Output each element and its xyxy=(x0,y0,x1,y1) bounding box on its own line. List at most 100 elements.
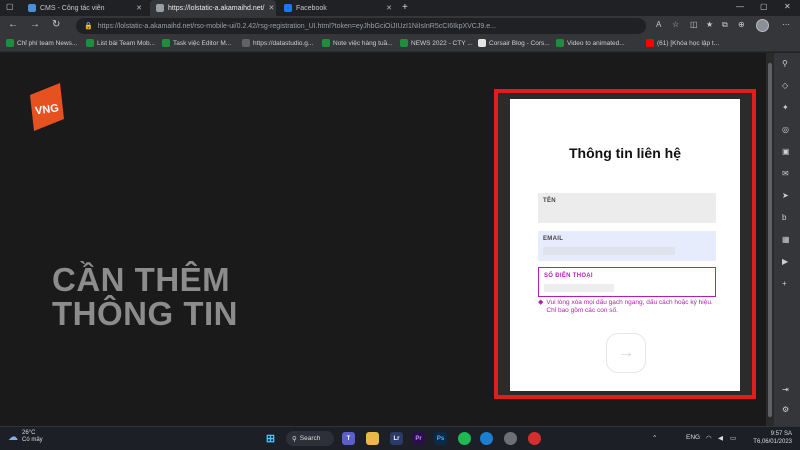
corsair-icon xyxy=(478,39,486,47)
phone-value-redacted xyxy=(544,284,614,292)
bookmark-item[interactable]: (61) [Khóa học lập t... xyxy=(646,39,719,47)
tag-icon[interactable]: ◇ xyxy=(782,81,788,90)
page-scrollbar[interactable] xyxy=(766,53,774,426)
language-indicator[interactable]: ENG xyxy=(686,434,700,441)
sheet-icon xyxy=(162,39,170,47)
profile-avatar[interactable] xyxy=(756,19,769,32)
bookmark-label: List bài Team Mob... xyxy=(97,39,156,47)
office-icon[interactable]: ▣ xyxy=(782,147,790,156)
bookmark-item[interactable]: Chỉ phí team News... xyxy=(6,39,77,47)
page-favicon-icon xyxy=(156,4,164,12)
cloud-icon: ☁ xyxy=(8,431,18,443)
hide-sidebar-icon[interactable]: ⇥ xyxy=(782,385,789,394)
bing-icon[interactable]: b xyxy=(782,213,786,222)
tab-cms[interactable]: CMS - Công tác viên ✕ xyxy=(22,0,148,16)
maximize-icon[interactable]: ▢ xyxy=(760,2,768,11)
cms-favicon-icon xyxy=(28,4,36,12)
new-tab-button[interactable]: + xyxy=(402,2,408,13)
battery-icon[interactable]: ▭ xyxy=(730,434,736,442)
form-title: Thông tin liên hệ xyxy=(569,145,681,161)
file-explorer-icon[interactable] xyxy=(366,432,379,445)
temperature: 26°C xyxy=(22,430,36,436)
close-icon[interactable]: ✕ xyxy=(386,4,392,12)
phone-label: SỐ ĐIỆN THOẠI xyxy=(544,273,593,279)
search-icon[interactable]: ⚲ xyxy=(782,59,788,68)
split-screen-icon[interactable]: ◫ xyxy=(690,20,698,29)
browser-toolbar: ← → ↻ 🔒 https://lolstatic-a.akamaihd.net… xyxy=(0,16,800,36)
drop-icon[interactable]: ➤ xyxy=(782,191,789,200)
youtube-icon xyxy=(646,39,654,47)
wifi-icon[interactable]: ◠ xyxy=(706,434,712,442)
bookmark-item[interactable]: List bài Team Mob... xyxy=(86,39,155,47)
extensions-icon[interactable]: ⊕ xyxy=(738,20,745,29)
scrollbar-thumb[interactable] xyxy=(768,63,772,417)
favorites-icon[interactable]: ★ xyxy=(706,20,713,29)
submit-button[interactable]: → xyxy=(606,333,646,373)
close-icon[interactable]: ✕ xyxy=(136,4,142,12)
read-aloud-icon[interactable]: A xyxy=(656,20,661,29)
bookmark-item[interactable]: NEWS 2022 - CTY ... xyxy=(400,39,473,47)
tab-actions-icon[interactable]: ▢ xyxy=(6,2,14,11)
bookmark-label: Task việc Editor M... xyxy=(173,39,232,47)
bookmark-label: https://datastudio.g... xyxy=(253,39,314,47)
error-text: Vui lòng xóa mọi dấu gạch ngang, dấu các… xyxy=(546,299,713,314)
spotify-icon[interactable] xyxy=(458,432,471,445)
settings-gear-icon[interactable]: ⚙ xyxy=(782,405,789,414)
taskbar-search[interactable]: ⚲ Search xyxy=(286,431,334,446)
reload-icon[interactable]: ↻ xyxy=(52,19,60,30)
bookmark-item[interactable]: Corsair Blog - Cors... xyxy=(478,39,550,47)
video-icon xyxy=(556,39,564,47)
tab-facebook[interactable]: Facebook ✕ xyxy=(278,0,398,16)
weather-widget[interactable]: ☁ 26°C Có mây xyxy=(8,430,43,444)
favorite-star-icon[interactable]: ☆ xyxy=(672,20,679,29)
outlook-icon[interactable]: ✉ xyxy=(782,169,789,178)
tab-lolstatic[interactable]: https://lolstatic-a.akamaihd.net/ ✕ xyxy=(150,0,276,16)
url-text: https://lolstatic-a.akamaihd.net/rso-mob… xyxy=(97,22,496,30)
headline: CẦN THÊM THÔNG TIN xyxy=(52,263,238,331)
settings-app-icon[interactable] xyxy=(504,432,517,445)
bookmarks-bar: Chỉ phí team News... List bài Team Mob..… xyxy=(0,36,800,52)
more-menu-icon[interactable]: ⋯ xyxy=(782,20,790,29)
name-field[interactable]: TÊN xyxy=(538,193,716,223)
chevron-up-icon[interactable]: ⌃ xyxy=(652,434,657,442)
search-label: Search xyxy=(299,435,321,442)
bookmark-label: Corsair Blog - Cors... xyxy=(489,39,550,47)
volume-icon[interactable]: ◀ xyxy=(718,434,723,442)
email-field[interactable]: EMAIL xyxy=(538,231,716,261)
windows-start-icon[interactable]: ⊞ xyxy=(264,432,277,445)
bookmark-item[interactable]: https://datastudio.g... xyxy=(242,39,313,47)
highlight-frame: Thông tin liên hệ TÊN EMAIL SỐ ĐIỆN THOẠ… xyxy=(494,89,756,399)
lightroom-icon[interactable]: Lr xyxy=(390,432,403,445)
premiere-icon[interactable]: Pr xyxy=(412,432,425,445)
bookmark-item[interactable]: Task việc Editor M... xyxy=(162,39,231,47)
bookmark-item[interactable]: Note việc hàng tuầ... xyxy=(322,39,393,47)
system-clock[interactable]: 9:57 SA T6,06/01/2023 xyxy=(750,430,792,446)
forward-icon[interactable]: → xyxy=(30,19,40,30)
record-app-icon[interactable] xyxy=(528,432,541,445)
calculator-icon[interactable]: ▦ xyxy=(782,235,790,244)
photoshop-icon[interactable]: Ps xyxy=(434,432,447,445)
teams-icon[interactable]: T xyxy=(342,432,355,445)
minimize-icon[interactable]: — xyxy=(736,2,744,11)
close-window-icon[interactable]: ✕ xyxy=(784,2,791,11)
sheet-icon xyxy=(6,39,14,47)
contact-form: Thông tin liên hệ TÊN EMAIL SỐ ĐIỆN THOẠ… xyxy=(510,99,740,391)
tab-label: CMS - Công tác viên xyxy=(40,4,105,12)
edge-icon[interactable] xyxy=(480,432,493,445)
bookmark-label: Video to animated... xyxy=(567,39,625,47)
add-icon[interactable]: + xyxy=(782,279,787,288)
phone-field[interactable]: SỐ ĐIỆN THOẠI xyxy=(538,267,716,297)
facebook-favicon-icon xyxy=(284,4,292,12)
close-icon[interactable]: ✕ xyxy=(269,4,275,12)
address-bar[interactable]: 🔒 https://lolstatic-a.akamaihd.net/rso-m… xyxy=(76,18,646,34)
collections-icon[interactable]: ⧉ xyxy=(722,20,728,30)
lock-icon: 🔒 xyxy=(84,23,93,30)
bookmark-item[interactable]: Video to animated... xyxy=(556,39,625,47)
phone-error: ◆ Vui lòng xóa mọi dấu gạch ngang, dấu c… xyxy=(538,299,720,315)
tools-icon[interactable]: ✦ xyxy=(782,103,789,112)
windows-taskbar: ☁ 26°C Có mây ⊞ ⚲ Search T Lr Pr Ps ⌃ EN… xyxy=(0,426,800,450)
games-icon[interactable]: ◎ xyxy=(782,125,789,134)
youtube-sidebar-icon[interactable]: ▶ xyxy=(782,257,788,266)
back-icon[interactable]: ← xyxy=(8,19,18,30)
page-icon xyxy=(242,39,250,47)
